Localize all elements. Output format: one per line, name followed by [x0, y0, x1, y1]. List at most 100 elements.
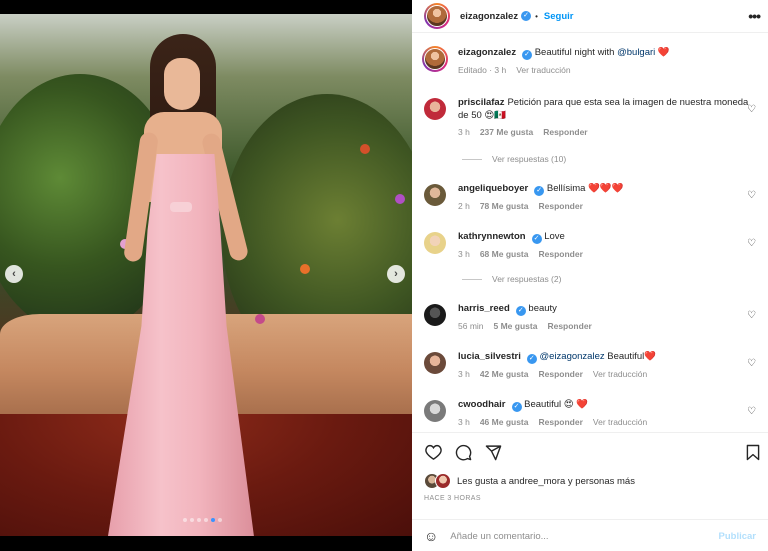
previous-slide-icon[interactable]: ‹ — [5, 265, 23, 283]
comment-mention[interactable]: @eizagonzalez — [540, 351, 605, 362]
comment-likes[interactable]: 46 Me gusta — [480, 416, 529, 429]
share-icon[interactable] — [484, 443, 502, 461]
likes-summary[interactable]: Les gusta a andree_mora y personas más — [424, 473, 635, 489]
photo-flower — [360, 144, 370, 154]
liker-avatar — [435, 473, 451, 489]
comment-username[interactable]: harris_reed — [458, 303, 510, 314]
comment-username[interactable]: kathrynnewton — [458, 231, 526, 242]
carousel-dot — [197, 518, 201, 522]
carousel-dot-active — [211, 518, 215, 522]
view-replies-button[interactable]: Ver respuestas (10) — [462, 154, 566, 164]
caption-username[interactable]: eizagonzalez — [458, 47, 516, 58]
comment-text: Beautiful❤️ — [607, 351, 657, 362]
verified-icon: ✓ — [522, 50, 533, 60]
caption-row: eizagonzalez ✓ Beautiful night with @bulg… — [422, 46, 760, 77]
comment-text: Love — [544, 231, 565, 242]
replies-line — [462, 158, 482, 160]
comment-composer: ☺ Publicar — [412, 519, 768, 551]
reply-button[interactable]: Responder — [538, 200, 582, 213]
comment-time[interactable]: 3 h — [458, 416, 470, 429]
comment-row: harris_reed ✓ beauty 56 min 5 Me gusta Re… — [424, 302, 760, 333]
translate-link[interactable]: Ver traducción — [516, 64, 570, 77]
author-username[interactable]: eizagonzalez — [460, 11, 518, 22]
commenter-avatar[interactable] — [424, 98, 446, 120]
photo-subject — [98, 32, 258, 536]
post-modal: ‹ › eizagonzalez ✓ • Seguir ••• eizagonz… — [0, 0, 768, 551]
photo-bow — [170, 202, 192, 212]
like-comment-icon[interactable]: ♡ — [747, 238, 756, 249]
carousel-dot — [183, 518, 187, 522]
comment-text: beauty — [528, 303, 557, 314]
view-replies-label: Ver respuestas (10) — [492, 154, 567, 164]
comment-username[interactable]: cwoodhair — [458, 399, 506, 410]
verified-icon: ✓ — [521, 11, 532, 21]
caption-mention[interactable]: @bulgari — [617, 47, 655, 58]
comment-icon[interactable] — [454, 443, 472, 461]
replies-line — [462, 278, 482, 280]
commenter-avatar[interactable] — [424, 184, 446, 206]
post-time-ago[interactable]: HACE 3 HORAS — [424, 495, 481, 502]
photo-flower — [300, 264, 310, 274]
author-avatar[interactable] — [424, 3, 450, 29]
post-header: eizagonzalez ✓ • Seguir ••• — [412, 0, 768, 33]
translate-link[interactable]: Ver traducción — [593, 416, 647, 429]
reply-button[interactable]: Responder — [538, 248, 582, 261]
like-comment-icon[interactable]: ♡ — [747, 406, 756, 417]
like-comment-icon[interactable]: ♡ — [747, 310, 756, 321]
publish-button[interactable]: Publicar — [719, 531, 757, 542]
verified-icon: ✓ — [531, 234, 542, 244]
comment-username[interactable]: priscilafaz — [458, 97, 504, 108]
carousel-dot — [204, 518, 208, 522]
carousel-dot — [190, 518, 194, 522]
comments-list[interactable]: eizagonzalez ✓ Beautiful night with @bulg… — [412, 34, 768, 432]
comment-time[interactable]: 2 h — [458, 200, 470, 213]
post-panel: eizagonzalez ✓ • Seguir ••• eizagonzalez… — [412, 0, 768, 551]
bookmark-icon[interactable] — [744, 443, 762, 461]
caption-time[interactable]: Editado · 3 h — [458, 64, 506, 77]
translate-link[interactable]: Ver traducción — [593, 368, 647, 381]
photo-face — [164, 58, 200, 110]
caption-avatar[interactable] — [422, 46, 448, 72]
comment-row: priscilafaz Petición para que esta sea la… — [424, 96, 760, 139]
carousel-dot — [218, 518, 222, 522]
commenter-avatar[interactable] — [424, 400, 446, 422]
post-photo[interactable] — [0, 14, 412, 536]
view-replies-label: Ver respuestas (2) — [492, 274, 562, 284]
comment-likes[interactable]: 68 Me gusta — [480, 248, 529, 261]
like-comment-icon[interactable]: ♡ — [747, 190, 756, 201]
like-icon[interactable] — [424, 443, 442, 461]
commenter-avatar[interactable] — [424, 352, 446, 374]
reply-button[interactable]: Responder — [547, 320, 591, 333]
verified-icon: ✓ — [515, 306, 526, 316]
next-slide-icon[interactable]: › — [387, 265, 405, 283]
photo-flower — [395, 194, 405, 204]
comment-time[interactable]: 3 h — [458, 126, 470, 139]
comment-likes[interactable]: 42 Me gusta — [480, 368, 529, 381]
commenter-avatar[interactable] — [424, 232, 446, 254]
comment-username[interactable]: lucia_silvestri — [458, 351, 521, 362]
comment-time[interactable]: 3 h — [458, 248, 470, 261]
comment-username[interactable]: angeliqueboyer — [458, 183, 528, 194]
emoji-icon[interactable]: ☺ — [424, 528, 438, 544]
like-comment-icon[interactable]: ♡ — [747, 104, 756, 115]
reply-button[interactable]: Responder — [543, 126, 587, 139]
caption-text: Beautiful night with — [534, 47, 615, 58]
view-replies-button[interactable]: Ver respuestas (2) — [462, 274, 561, 284]
comment-row: cwoodhair ✓ Beautiful 😍 ❤️ 3 h 46 Me gust… — [424, 398, 760, 429]
comment-likes[interactable]: 78 Me gusta — [480, 200, 529, 213]
comment-likes[interactable]: 5 Me gusta — [494, 320, 538, 333]
comment-time[interactable]: 3 h — [458, 368, 470, 381]
commenter-avatar[interactable] — [424, 304, 446, 326]
comment-likes[interactable]: 237 Me gusta — [480, 126, 533, 139]
verified-icon: ✓ — [526, 354, 537, 364]
comment-row: kathrynnewton ✓ Love 3 h 68 Me gusta Resp… — [424, 230, 760, 261]
reply-button[interactable]: Responder — [538, 416, 582, 429]
more-horizontal-icon[interactable]: ••• — [748, 8, 761, 24]
follow-button[interactable]: Seguir — [544, 11, 574, 22]
like-comment-icon[interactable]: ♡ — [747, 358, 756, 369]
verified-icon: ✓ — [534, 186, 545, 196]
reply-button[interactable]: Responder — [538, 368, 582, 381]
comment-input[interactable] — [450, 530, 719, 542]
photo-pane: ‹ › — [0, 0, 412, 551]
comment-time[interactable]: 56 min — [458, 320, 484, 333]
